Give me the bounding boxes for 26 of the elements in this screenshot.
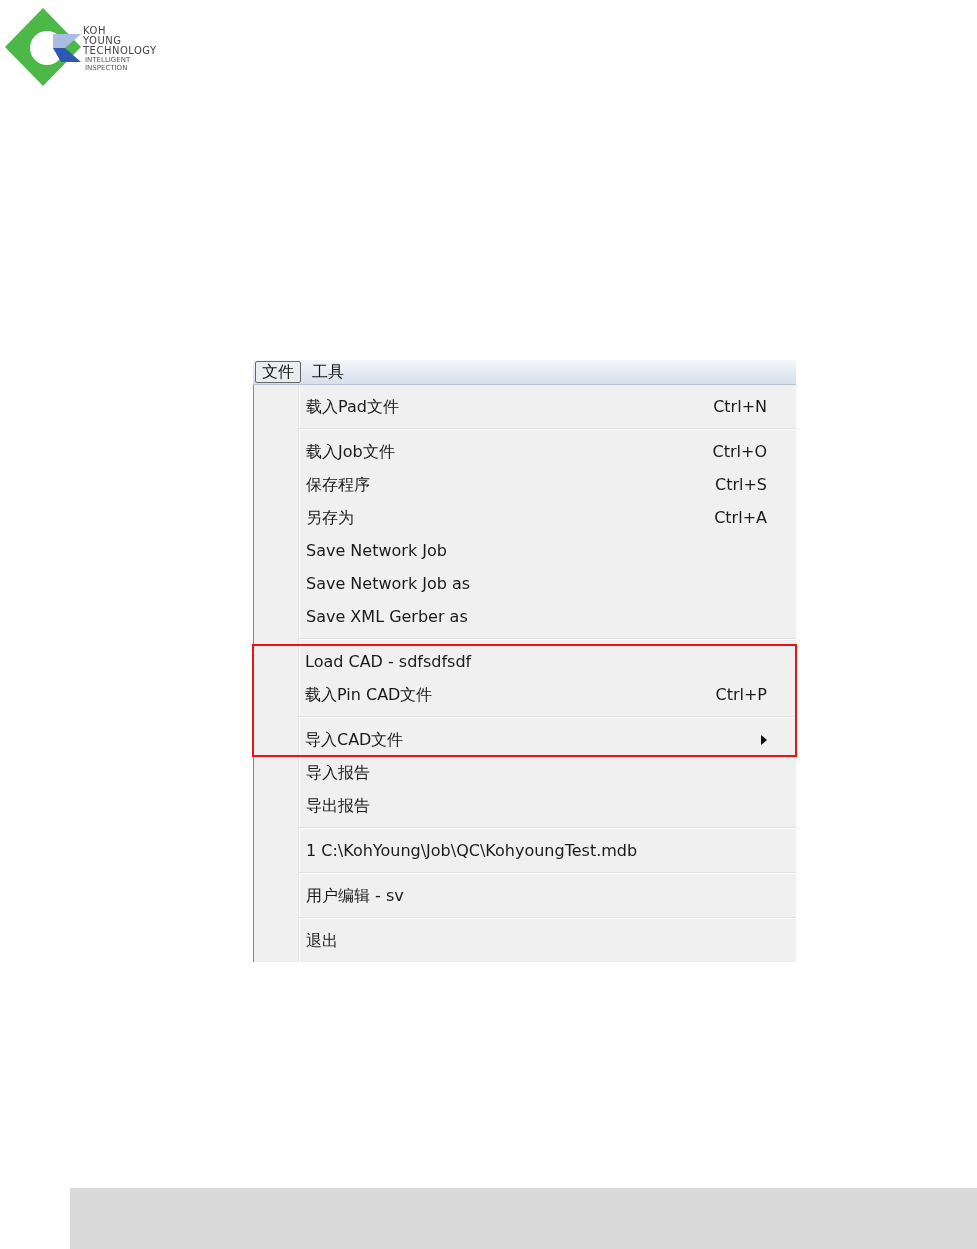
menu-item[interactable]: 载入Pin CAD文件 Ctrl+P [253, 678, 796, 711]
shortcut-text: Ctrl+S [714, 473, 767, 496]
menu-item[interactable]: 导入报告 [254, 756, 796, 789]
menu-item[interactable]: 用户编辑 - sv [254, 879, 796, 912]
menu-item[interactable]: Save Network Job as [254, 567, 796, 600]
menu-item[interactable]: 导入CAD文件 [253, 723, 796, 756]
submenu-arrow-icon [761, 734, 767, 745]
menu-item[interactable]: Save Network Job [254, 534, 796, 567]
shortcut-text: Ctrl+N [713, 395, 767, 418]
menu-bar-item[interactable]: 文件 [255, 361, 301, 383]
shortcut-text: Ctrl+A [714, 506, 767, 529]
shortcut-text: Ctrl+O [712, 440, 767, 463]
menu-item[interactable]: 载入Pad文件 Ctrl+N [254, 390, 796, 423]
logo-text: TECHNOLOGY [83, 46, 157, 56]
menu-item[interactable]: 载入Job文件 Ctrl+O [254, 435, 796, 468]
menu-item[interactable]: 保存程序 Ctrl+S [254, 468, 796, 501]
logo-text: YOUNG [83, 36, 123, 46]
menu-item[interactable]: 另存为 Ctrl+A [254, 501, 796, 534]
shortcut-text: Ctrl+P [715, 683, 767, 706]
menu-item[interactable]: 退出 [254, 924, 796, 957]
menu-bar-item[interactable]: 工具 [305, 361, 351, 383]
menu-item[interactable]: 导出报告 [254, 789, 796, 822]
menu-item[interactable]: Save XML Gerber as [254, 600, 796, 633]
menu-item[interactable]: 1 C:\KohYoung\Job\QC\KohyoungTest.mdb [254, 834, 796, 867]
menu-item[interactable]: Load CAD - sdfsdfsdf [253, 645, 796, 678]
logo-text: KOH [83, 26, 107, 36]
